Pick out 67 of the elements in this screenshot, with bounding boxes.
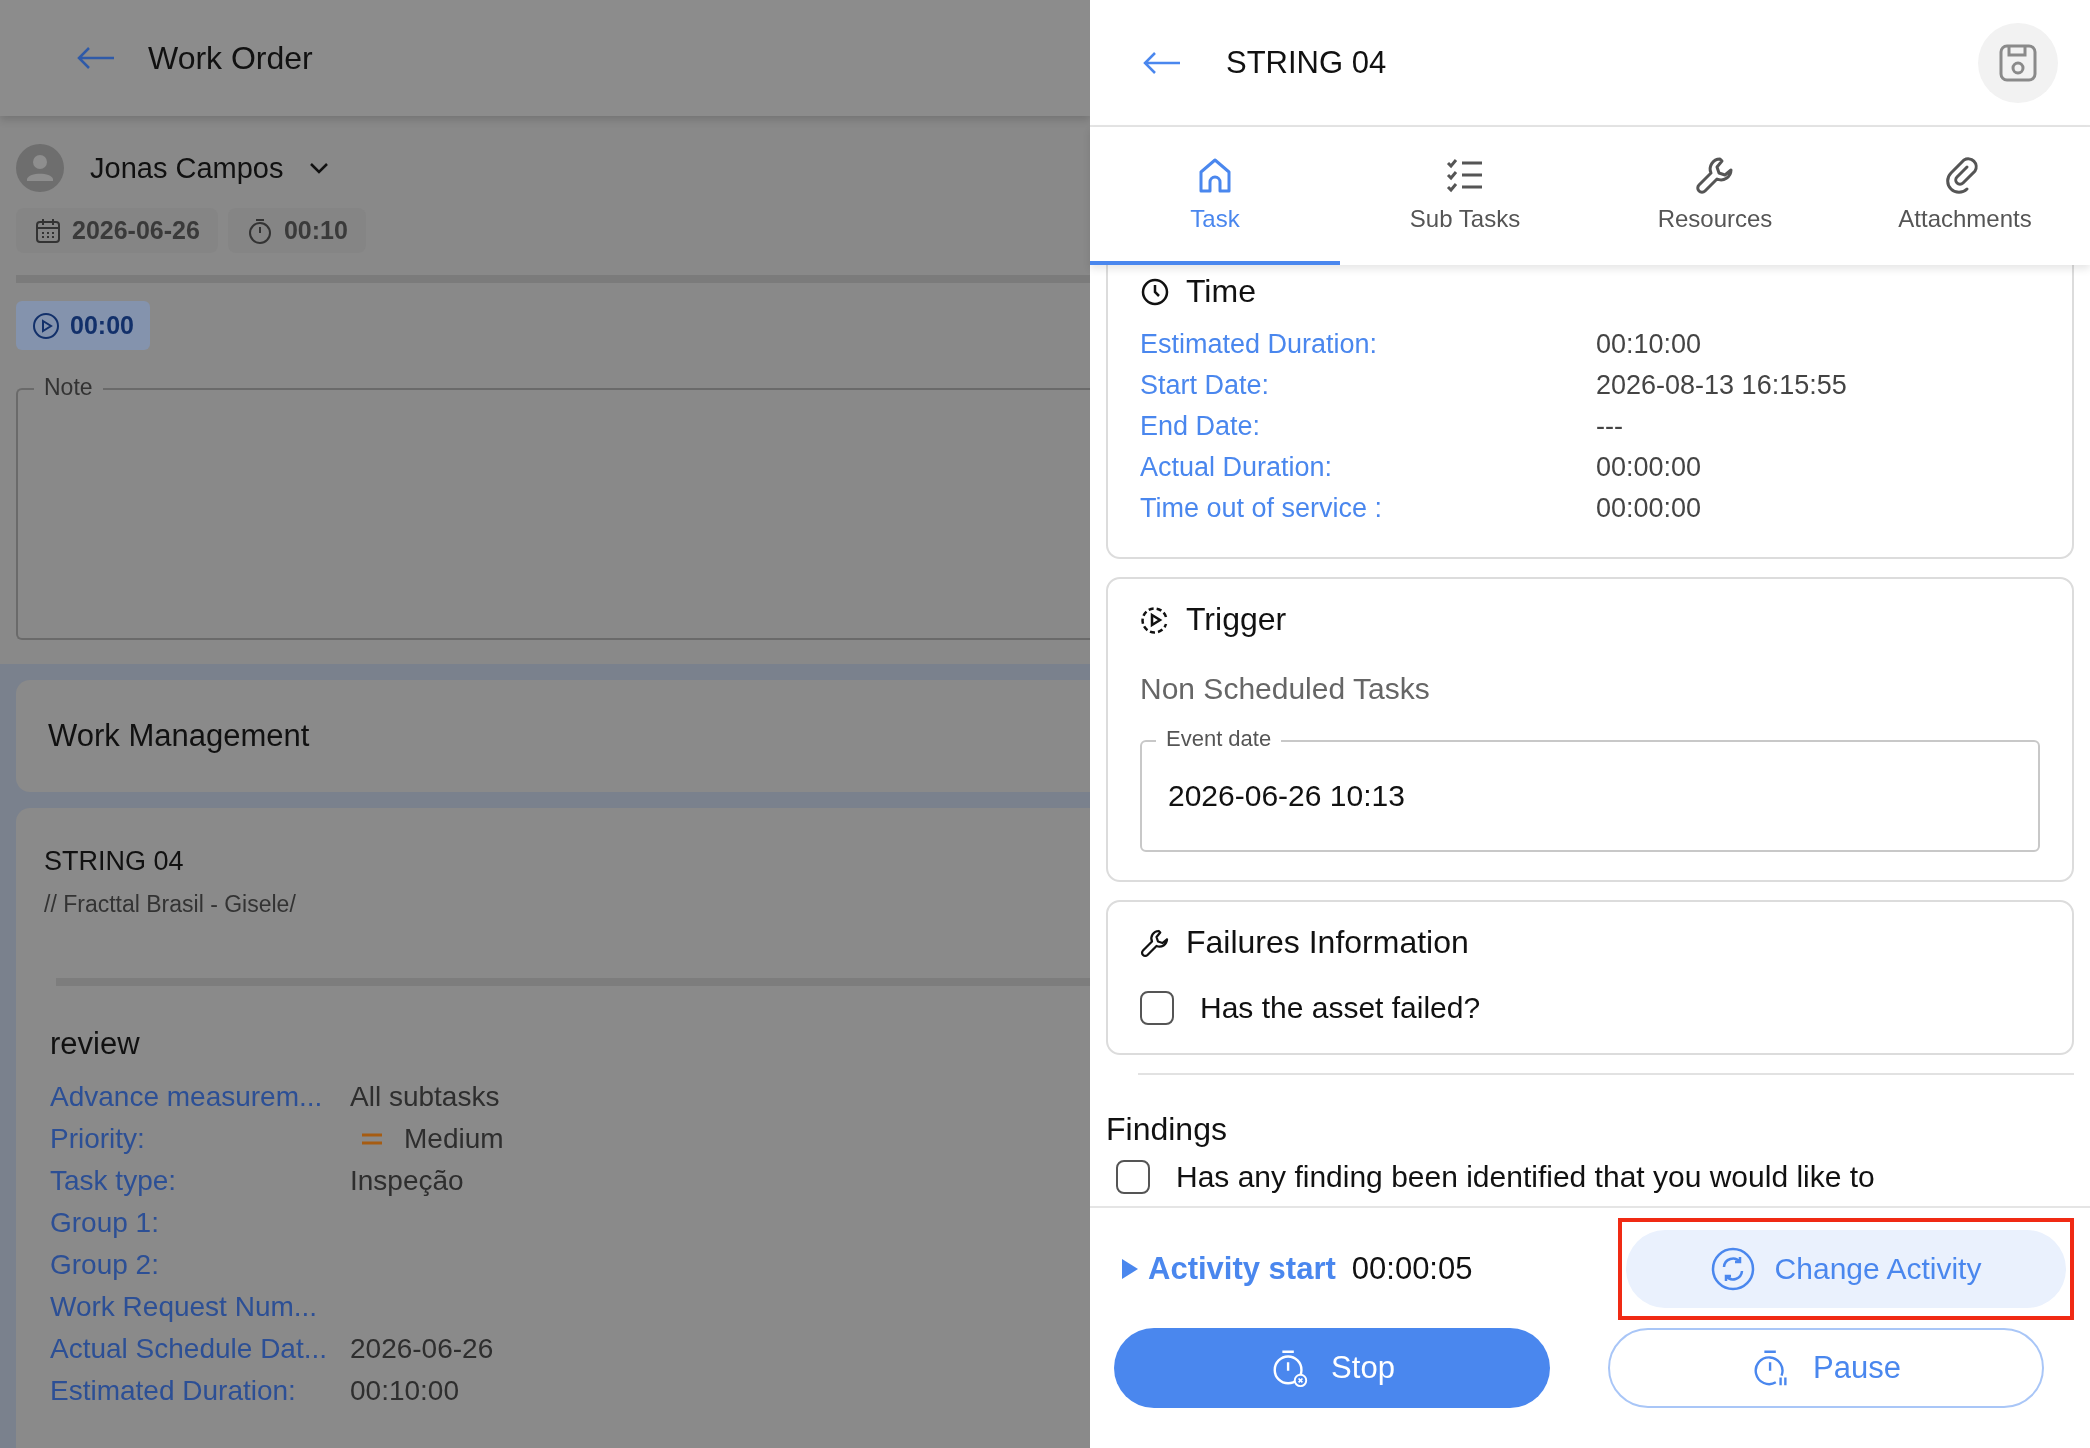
trigger-icon (1140, 604, 1170, 635)
play-icon (1122, 1259, 1138, 1279)
field-label: Estimated Duration: (1140, 329, 1379, 360)
tab[interactable]: Resources (1590, 127, 1840, 265)
card-title: Time (1186, 273, 1256, 310)
task-path: // Fracttal Brasil - Gisele/ (44, 891, 297, 918)
play-icon (32, 311, 60, 340)
calendar-icon (34, 216, 62, 245)
timer-chip[interactable]: 00:00 (16, 301, 150, 350)
card-title: Trigger (1186, 601, 1287, 638)
field-value: 00:10:00 (1596, 329, 1702, 360)
field-value: Medium (404, 1123, 504, 1155)
trigger-type: Non Scheduled Tasks (1140, 672, 1431, 706)
checkbox[interactable] (1116, 1160, 1150, 1194)
field-value: 00:10:00 (350, 1375, 459, 1407)
field-label: Start Date: (1140, 370, 1271, 401)
pause-button[interactable]: Pause (1608, 1328, 2044, 1408)
elapsed-time: 00:00:05 (1351, 1251, 1473, 1287)
avatar-icon (16, 144, 64, 192)
stop-button[interactable]: Stop (1114, 1328, 1550, 1408)
wrench-icon (1140, 927, 1170, 958)
field-label: Estimated Duration: (50, 1375, 297, 1407)
question-label: Has the asset failed? (1200, 991, 1481, 1025)
question-label: Has any finding been identified that you would like to (1176, 1160, 1875, 1194)
field-label: Priority: (50, 1123, 146, 1155)
activity-label: Activity start (1148, 1251, 1336, 1287)
info-chip: 00:10 (227, 208, 366, 253)
field-value: Inspeção (350, 1165, 464, 1197)
card-title: Failures Information (1186, 924, 1469, 961)
tab[interactable]: Attachments (1840, 127, 2090, 265)
field-value: All subtasks (350, 1081, 500, 1113)
section-heading: review (50, 1026, 141, 1062)
info-chip: 2026-06-26 (16, 208, 218, 253)
field-label: End Date: (1140, 411, 1262, 442)
chevron-down-icon[interactable] (309, 162, 330, 174)
field-value: --- (1596, 411, 1623, 442)
back-arrow-icon[interactable] (1142, 50, 1182, 75)
field-value: 00:00:00 (1596, 493, 1702, 524)
field-label: Time out of service : (1140, 493, 1384, 524)
tab[interactable]: Sub Tasks (1340, 127, 1590, 265)
field-label: Group 2: (50, 1249, 160, 1281)
wrench-icon (1695, 155, 1735, 195)
save-icon (1998, 42, 2038, 83)
tab[interactable]: Task (1090, 127, 1340, 265)
section-card[interactable]: Work Management (16, 680, 1090, 792)
priority-icon (362, 1132, 382, 1146)
task-title: STRING 04 (44, 846, 185, 877)
field-label: Advance measurem... (50, 1081, 324, 1113)
field-label: Group 1: (50, 1207, 160, 1239)
clock-icon (1140, 276, 1170, 307)
note-field[interactable]: Note (16, 372, 1090, 640)
field-value: 00:00:00 (1596, 452, 1702, 483)
field-label: Actual Duration: (1140, 452, 1334, 483)
field-value: 2026-08-13 16:15:55 (1596, 370, 1847, 401)
change-activity-button[interactable]: Change Activity (1626, 1230, 2066, 1308)
page-title: Work Order (148, 39, 313, 77)
checkbox[interactable] (1140, 991, 1174, 1025)
field-label: Task type: (50, 1165, 178, 1197)
field-label: Work Request Num... (50, 1291, 319, 1323)
refresh-icon (1710, 1247, 1755, 1291)
event-date-field[interactable]: Event date 2026-06-26 10:13 (1140, 724, 2040, 852)
section-title: Work Management (48, 718, 310, 754)
field-label: Actual Schedule Dat... (50, 1333, 329, 1365)
section-title: Findings (1106, 1111, 1228, 1148)
panel-title: STRING 04 (1226, 44, 1388, 81)
assignee-name: Jonas Campos (90, 151, 284, 185)
field-value: 2026-06-26 (350, 1333, 494, 1365)
